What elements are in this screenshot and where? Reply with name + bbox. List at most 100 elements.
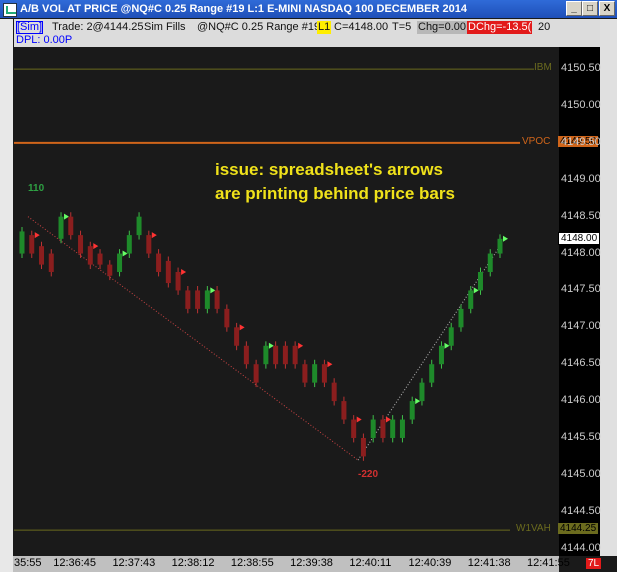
up-price-bar <box>117 253 123 272</box>
down-price-bar <box>185 290 191 309</box>
price-tick-label: 4150.50 <box>561 62 601 75</box>
time-tick-label: 12:40:39 <box>408 557 452 569</box>
corner-badge: 7L <box>586 558 602 569</box>
up-price-bar <box>312 364 318 383</box>
down-price-bar <box>87 246 93 265</box>
sell-arrow-marker <box>356 416 362 423</box>
down-price-bar <box>321 364 327 383</box>
swing-trend-line <box>27 216 359 461</box>
down-price-bar <box>302 364 308 383</box>
price-chart[interactable] <box>0 0 600 556</box>
chart-window: A/B VOL AT PRICE @NQ#C 0.25 Range #19 L:… <box>0 0 617 572</box>
up-price-bar <box>19 231 25 254</box>
down-price-bar <box>351 419 357 438</box>
buy-arrow-marker <box>444 342 450 349</box>
up-price-bar <box>204 290 210 309</box>
up-price-bar <box>370 419 376 438</box>
sell-arrow-marker <box>181 268 187 275</box>
price-tick-label: 4144.00 <box>561 541 601 554</box>
price-tick-label: 4147.50 <box>561 283 601 296</box>
current-price-tag: 4148.00 <box>558 231 601 245</box>
up-price-bar <box>390 419 396 438</box>
down-price-bar <box>68 216 74 236</box>
price-tick-label: 4146.50 <box>561 357 601 370</box>
down-price-bar <box>360 437 366 457</box>
price-tick-label: 4149.50 <box>561 135 601 148</box>
time-tick-label: 12:38:55 <box>230 557 274 569</box>
up-price-bar <box>429 364 435 383</box>
price-tick-label: 4145.50 <box>561 430 601 443</box>
up-price-bar <box>477 271 483 291</box>
price-tick-label: 4148.00 <box>561 246 601 259</box>
up-price-bar <box>136 216 142 236</box>
up-price-bar <box>126 235 132 254</box>
sell-arrow-marker <box>151 232 157 239</box>
down-price-bar <box>107 264 113 276</box>
sell-arrow-marker <box>93 243 99 250</box>
down-price-bar <box>78 235 84 254</box>
buy-arrow-marker <box>503 235 508 242</box>
buy-arrow-marker <box>210 287 216 294</box>
down-price-bar <box>165 260 171 284</box>
price-tick-label: 4147.00 <box>561 320 601 333</box>
up-price-bar <box>487 253 493 272</box>
down-price-bar <box>380 419 386 438</box>
up-price-bar <box>438 345 444 365</box>
up-price-bar <box>58 216 64 239</box>
sell-arrow-marker <box>239 324 245 331</box>
price-bars <box>19 212 508 461</box>
down-price-bar <box>253 364 259 383</box>
buy-arrow-marker <box>64 213 70 220</box>
down-price-bar <box>29 235 35 254</box>
down-price-bar <box>273 345 279 365</box>
price-tick-label: 4146.00 <box>561 394 601 407</box>
price-tick-label: 4148.50 <box>561 209 601 222</box>
swing-high-label: 110 <box>28 183 45 194</box>
ibm-level-label: IBM <box>534 62 552 74</box>
vpoc-level-label: VPOC <box>522 135 551 147</box>
time-tick-label: 35:55 <box>14 557 42 569</box>
down-price-bar <box>39 246 45 265</box>
price-tick-label: 4145.00 <box>561 467 601 480</box>
down-price-bar <box>97 253 103 265</box>
sell-arrow-marker <box>327 361 333 368</box>
time-tick-label: 12:41:55 <box>527 557 570 569</box>
annotation-line-1: issue: spreadsheet's arrows <box>215 160 443 179</box>
down-price-bar <box>224 308 230 328</box>
down-price-bar <box>243 345 249 365</box>
up-price-bar <box>458 308 464 328</box>
sell-arrow-marker <box>298 342 304 349</box>
annotation-line-2: are printing behind price bars <box>215 184 455 203</box>
buy-arrow-marker <box>268 342 274 349</box>
buy-arrow-marker <box>473 287 479 294</box>
down-price-bar <box>234 327 240 346</box>
close-button[interactable]: X <box>599 1 615 16</box>
down-price-bar <box>175 271 181 291</box>
down-price-bar <box>48 253 54 272</box>
sell-arrow-marker <box>385 416 391 423</box>
up-price-bar <box>497 238 503 254</box>
buy-arrow-marker <box>122 250 128 257</box>
buy-arrow-marker <box>415 398 421 405</box>
down-price-bar <box>292 345 298 365</box>
time-tick-label: 12:37:43 <box>112 557 156 569</box>
time-tick-label: 12:39:38 <box>290 557 333 569</box>
price-tick-label: 4149.00 <box>561 172 601 185</box>
up-price-bar <box>468 290 474 309</box>
down-price-bar <box>282 345 288 365</box>
w1vah-level-label: W1VAH <box>516 523 551 535</box>
vertical-scrollbar[interactable] <box>600 19 617 556</box>
up-price-bar <box>263 345 269 365</box>
time-tick-label: 12:41:38 <box>467 557 511 569</box>
swing-low-label: -220 <box>358 469 379 480</box>
down-price-bar <box>156 253 162 272</box>
up-price-bar <box>409 401 415 420</box>
down-price-bar <box>331 382 337 402</box>
down-price-bar <box>214 290 220 309</box>
sell-arrow-marker <box>34 232 40 239</box>
up-price-bar <box>448 327 454 346</box>
time-tick-label: 12:38:12 <box>171 557 215 569</box>
up-price-bar <box>419 382 425 402</box>
down-price-bar <box>195 290 201 309</box>
time-tick-label: 12:40:11 <box>349 557 392 569</box>
